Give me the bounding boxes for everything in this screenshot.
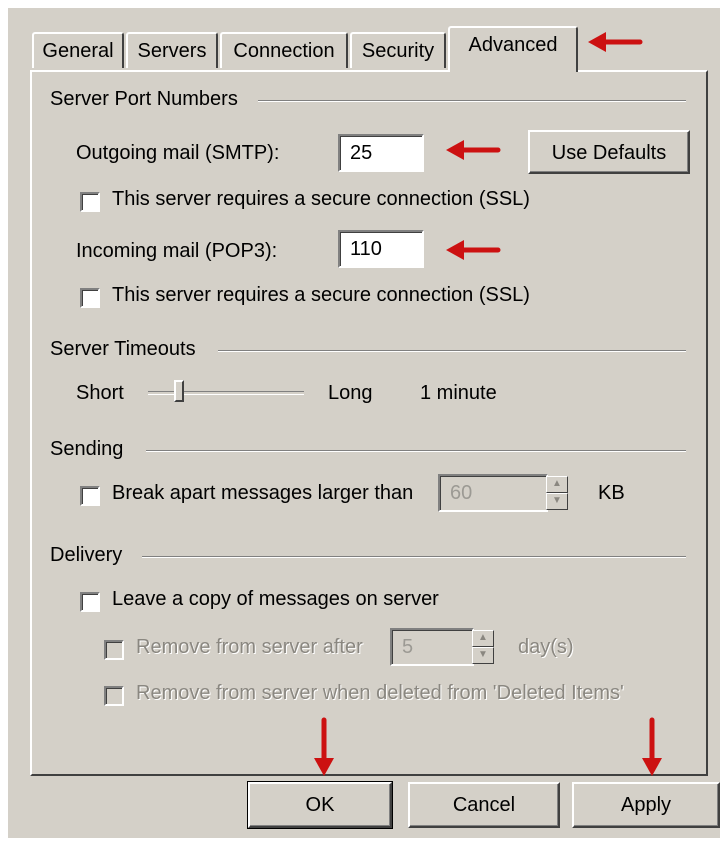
pop3-ssl-checkbox[interactable] (80, 288, 100, 308)
red-arrow-icon (446, 140, 501, 160)
pop3-port-input[interactable]: 110 (338, 230, 424, 268)
break-size-input[interactable]: 60 (438, 474, 548, 512)
break-apart-label: Break apart messages larger than (112, 482, 414, 504)
tab-servers[interactable]: Servers (126, 32, 218, 68)
smtp-label: Outgoing mail (SMTP): (76, 142, 280, 164)
sending-group-divider (146, 450, 686, 452)
timeout-slider-track (148, 391, 304, 395)
remove-after-checkbox[interactable] (104, 640, 124, 660)
break-apart-checkbox[interactable] (80, 486, 100, 506)
delivery-group-title: Delivery (50, 544, 131, 567)
sending-group-title: Sending (50, 438, 132, 461)
remove-deleted-label: Remove from server when deleted from 'De… (136, 682, 624, 704)
remove-days-unit: day(s) (518, 636, 574, 658)
red-arrow-icon (588, 32, 643, 52)
break-size-spin-up[interactable]: ▲ (546, 476, 568, 493)
tab-advanced[interactable]: Advanced (448, 26, 578, 72)
leave-copy-label: Leave a copy of messages on server (112, 588, 439, 610)
remove-after-label: Remove from server after (136, 636, 363, 658)
pop3-ssl-label: This server requires a secure connection… (112, 284, 530, 306)
tab-connection[interactable]: Connection (220, 32, 348, 68)
timeout-slider[interactable] (148, 380, 304, 402)
smtp-ssl-label: This server requires a secure connection… (112, 188, 530, 210)
tab-security[interactable]: Security (350, 32, 446, 68)
break-size-spin-down[interactable]: ▼ (546, 493, 568, 510)
dialog-window: General Servers Connection Security Adva… (8, 8, 720, 838)
smtp-ssl-checkbox[interactable] (80, 192, 100, 212)
red-arrow-icon (642, 717, 662, 776)
timeout-value-text: 1 minute (420, 382, 497, 404)
remove-deleted-checkbox[interactable] (104, 686, 124, 706)
remove-days-spin-up[interactable]: ▲ (472, 630, 494, 647)
delivery-group-divider (142, 556, 686, 558)
ok-button[interactable]: OK (247, 781, 393, 829)
cancel-button[interactable]: Cancel (408, 782, 560, 828)
remove-days-spin-down[interactable]: ▼ (472, 647, 494, 664)
timeout-long-label: Long (328, 382, 373, 404)
ports-group-divider (258, 100, 686, 102)
remove-days-input[interactable]: 5 (390, 628, 474, 666)
timeout-short-label: Short (76, 382, 124, 404)
break-size-unit: KB (598, 482, 625, 504)
red-arrow-icon (314, 717, 334, 776)
apply-button[interactable]: Apply (572, 782, 720, 828)
red-arrow-icon (446, 240, 501, 260)
timeouts-group-title: Server Timeouts (50, 338, 204, 361)
ports-group-title: Server Port Numbers (50, 88, 246, 111)
timeouts-group-divider (218, 350, 686, 352)
leave-copy-checkbox[interactable] (80, 592, 100, 612)
use-defaults-button[interactable]: Use Defaults (528, 130, 690, 174)
timeout-slider-thumb[interactable] (174, 380, 184, 402)
advanced-panel (30, 70, 708, 776)
pop3-label: Incoming mail (POP3): (76, 240, 278, 262)
tab-general[interactable]: General (32, 32, 124, 68)
smtp-port-input[interactable]: 25 (338, 134, 424, 172)
